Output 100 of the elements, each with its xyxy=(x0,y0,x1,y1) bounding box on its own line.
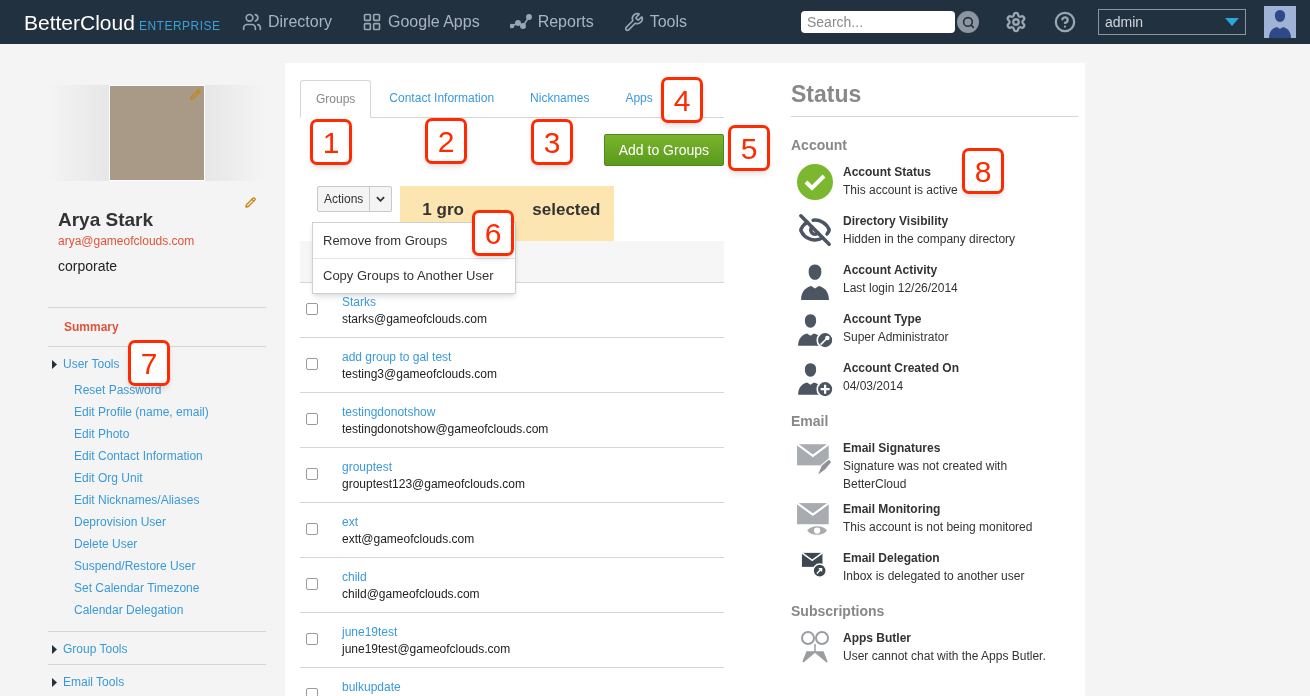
eye-off-icon xyxy=(797,212,833,247)
status-item-title: Directory Visibility xyxy=(843,212,949,230)
people-icon xyxy=(242,12,262,32)
nav-link[interactable]: Tools xyxy=(623,10,688,34)
check-circle-icon xyxy=(797,163,833,200)
group-email: testing3@gameofclouds.com xyxy=(342,366,497,383)
checkbox[interactable] xyxy=(306,468,318,480)
group-name-link[interactable]: child xyxy=(342,569,480,585)
search-field[interactable]: Search... xyxy=(801,11,955,33)
tab[interactable]: Nicknames xyxy=(518,79,602,117)
tool-link[interactable]: Edit Org Unit xyxy=(74,467,266,489)
avatar[interactable] xyxy=(1264,6,1296,38)
settings-icon[interactable] xyxy=(1005,11,1027,33)
status-item-detail: User cannot chat with the Apps Butler. xyxy=(843,647,1046,665)
summary-link[interactable]: Summary xyxy=(64,318,119,336)
banner-text: selected xyxy=(532,201,601,219)
group-name-link[interactable]: add group to gal test xyxy=(342,349,497,365)
status-item-title: Email Monitoring xyxy=(843,500,941,518)
status-item-detail: 04/03/2014 xyxy=(843,377,904,395)
banner-text: 1 gro xyxy=(422,201,464,219)
group-email: extt@gameofclouds.com xyxy=(342,531,475,548)
add-to-groups-button[interactable]: Add to Groups xyxy=(603,134,724,166)
callout-number: 2 xyxy=(425,118,467,164)
section-heading: Email xyxy=(791,411,830,431)
checkbox[interactable] xyxy=(306,358,318,370)
nav-link[interactable]: Directory xyxy=(242,10,332,34)
chevron-down-icon xyxy=(376,196,386,202)
status-item-detail: This account is not being monitored xyxy=(843,518,1033,536)
status-item-detail: Super Administrator xyxy=(843,328,949,346)
checkbox[interactable] xyxy=(306,303,318,315)
status-item-detail: Last login 12/26/2014 xyxy=(843,279,958,297)
group-name-link[interactable]: grouptest xyxy=(342,459,525,475)
tool-link[interactable]: Edit Contact Information xyxy=(74,445,266,467)
tool-link[interactable]: Calendar Delegation xyxy=(74,599,266,621)
envelope-arrow-icon xyxy=(801,549,829,580)
group-name-link[interactable]: Starks xyxy=(342,294,487,310)
section-toggle[interactable]: Group Tools xyxy=(52,640,128,658)
status-item-detail: Inbox is delegated to another user xyxy=(843,567,1025,585)
callout-number: 4 xyxy=(661,77,703,123)
status-item-title: Account Status xyxy=(843,163,931,181)
status-item-title: Account Activity xyxy=(843,261,938,279)
group-email: starks@gameofclouds.com xyxy=(342,311,487,328)
status-item-detail: Signature was not created with BetterCloud xyxy=(843,457,1009,493)
callout-number: 6 xyxy=(472,210,514,256)
profile-email[interactable]: arya@gameofclouds.com xyxy=(58,232,266,250)
account-select[interactable]: admin xyxy=(1098,9,1246,35)
callout-number: 7 xyxy=(128,340,170,386)
checkbox[interactable] xyxy=(306,633,318,645)
status-item-title: Email Signatures xyxy=(843,439,941,457)
logo[interactable]: BetterCloud xyxy=(24,11,135,33)
callout-number: 3 xyxy=(531,119,573,165)
callout-number: 8 xyxy=(962,148,1004,194)
tab[interactable]: Groups xyxy=(300,80,372,118)
group-email: child@gameofclouds.com xyxy=(342,586,480,603)
tool-link[interactable]: Edit Profile (name, email) xyxy=(74,401,266,423)
checkbox[interactable] xyxy=(306,578,318,590)
status-item-detail: This account is active xyxy=(843,181,958,199)
tool-link[interactable]: Suspend/Restore User xyxy=(74,555,266,577)
profile-name: Arya Stark xyxy=(58,208,155,232)
nodes-icon xyxy=(509,14,532,30)
group-email: grouptest123@gameofclouds.com xyxy=(342,476,525,493)
group-name-link[interactable]: bulkupdate xyxy=(342,679,401,695)
callout-number: 5 xyxy=(728,125,770,171)
bowtie-glasses-icon xyxy=(800,629,830,666)
tool-link[interactable]: Deprovision User xyxy=(74,511,266,533)
edition-label: ENTERPRISE xyxy=(138,19,221,32)
wrench-icon xyxy=(623,12,644,32)
triangle-icon xyxy=(52,644,57,654)
group-name-link[interactable]: testingdonotshow xyxy=(342,404,549,420)
help-icon[interactable] xyxy=(1054,11,1076,33)
tool-link[interactable]: Edit Photo xyxy=(74,423,266,445)
group-email: june19test@gameofclouds.com xyxy=(342,641,511,658)
edit-pencil-icon[interactable] xyxy=(245,197,256,208)
search-icon[interactable] xyxy=(957,11,979,33)
grid-icon xyxy=(362,12,382,32)
tool-link[interactable]: Edit Nicknames/Aliases xyxy=(74,489,266,511)
nav-link[interactable]: Google Apps xyxy=(362,10,480,34)
section-heading: Account xyxy=(791,135,848,155)
status-item-title: Email Delegation xyxy=(843,549,940,567)
triangle-icon xyxy=(52,677,57,687)
checkbox[interactable] xyxy=(306,413,318,425)
group-name-link[interactable]: ext xyxy=(342,514,475,530)
nav-link[interactable]: Reports xyxy=(509,10,594,34)
status-title: Status xyxy=(791,77,1078,117)
section-heading: Subscriptions xyxy=(791,601,886,621)
group-name-link[interactable]: june19test xyxy=(342,624,511,640)
callout-number: 1 xyxy=(310,119,352,165)
tool-link[interactable]: Set Calendar Timezone xyxy=(74,577,266,599)
triangle-icon xyxy=(52,359,57,369)
status-item-detail: Hidden in the company directory xyxy=(843,230,1016,248)
status-item-title: Account Created On xyxy=(843,359,959,377)
checkbox[interactable] xyxy=(306,523,318,535)
section-toggle[interactable]: User Tools xyxy=(52,355,120,373)
group-email: testingdonotshow@gameofclouds.com xyxy=(342,421,549,438)
tab[interactable]: Contact Information xyxy=(377,79,507,117)
tool-link[interactable]: Delete User xyxy=(74,533,266,555)
status-item-title: Account Type xyxy=(843,310,922,328)
menu-item[interactable]: Copy Groups to Another User xyxy=(313,258,515,293)
section-toggle[interactable]: Email Tools xyxy=(52,673,125,691)
status-item-title: Apps Butler xyxy=(843,629,911,647)
